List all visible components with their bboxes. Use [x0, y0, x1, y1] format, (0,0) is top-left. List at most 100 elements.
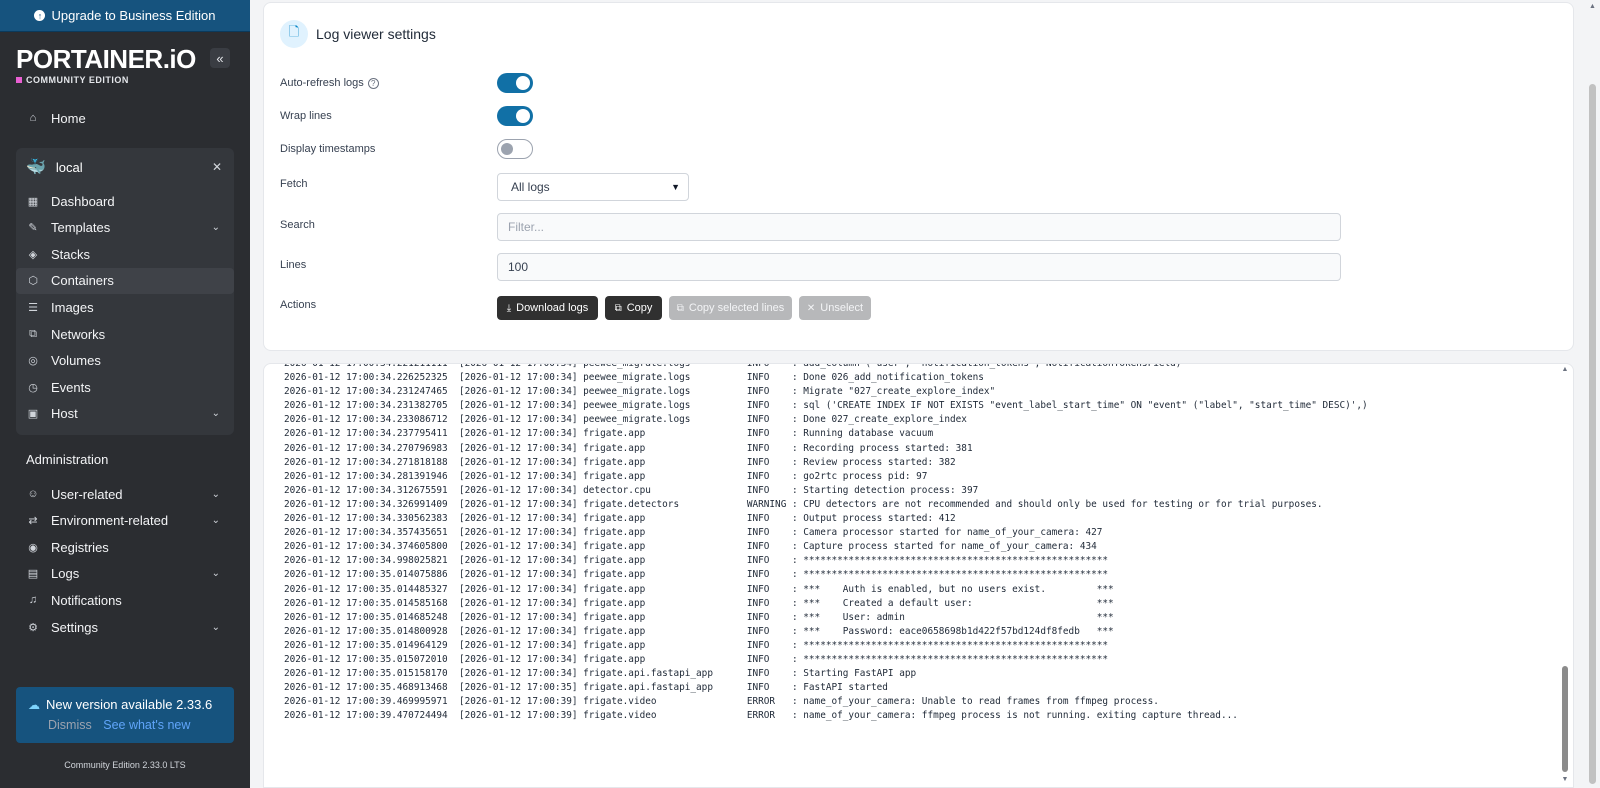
- sidebar-item-templates[interactable]: ✎ Templates ⌄: [16, 215, 234, 241]
- scroll-thumb[interactable]: [1562, 666, 1568, 772]
- log-line[interactable]: 2026-01-12 17:00:34.312675591 [2026-01-1…: [284, 484, 1553, 498]
- search-input[interactable]: Filter...: [497, 213, 1341, 241]
- sidebar-item-notifications[interactable]: ♫ Notifications: [16, 587, 234, 613]
- copy-selected-label: Copy selected lines: [688, 302, 785, 314]
- sidebar-item-label: User-related: [51, 486, 123, 502]
- scroll-up-icon[interactable]: ▲: [1589, 3, 1596, 10]
- scroll-up-icon[interactable]: ▲: [1561, 366, 1569, 374]
- chevron-down-icon: ▼: [671, 182, 680, 192]
- chevron-down-icon[interactable]: ⌄: [212, 222, 220, 233]
- copy-icon: ⧉: [676, 302, 684, 314]
- chevron-down-icon[interactable]: ⌄: [212, 568, 220, 579]
- sidebar-item-events[interactable]: ◷ Events: [16, 374, 234, 400]
- sidebar-item-user-related[interactable]: ☺ User-related ⌄: [16, 481, 234, 507]
- sidebar-item-settings[interactable]: ⚙ Settings ⌄: [16, 614, 234, 640]
- log-scrollbar[interactable]: ▲ ▼: [1561, 364, 1569, 787]
- sidebar-item-label: Host: [51, 406, 78, 422]
- sidebar-item-label: Settings: [51, 619, 98, 635]
- scroll-down-icon[interactable]: ▼: [1561, 776, 1569, 784]
- double-chevron-left-icon: «: [216, 50, 224, 66]
- sidebar-item-host[interactable]: ▣ Host ⌄: [16, 401, 234, 427]
- portainer-logo[interactable]: PORTAINER.iO COMMUNITY EDITION: [16, 44, 196, 85]
- download-logs-label: Download logs: [516, 302, 589, 314]
- chevron-down-icon[interactable]: ⌄: [212, 489, 220, 500]
- toggle-knob: [516, 76, 530, 90]
- sidebar-item-logs[interactable]: ▤ Logs ⌄: [16, 561, 234, 587]
- sidebar-item-label: Templates: [51, 220, 111, 236]
- log-line[interactable]: 2026-01-12 17:00:34.330562383 [2026-01-1…: [284, 512, 1553, 526]
- chevron-down-icon[interactable]: ⌄: [212, 408, 220, 419]
- docker-icon: 🐳: [26, 159, 46, 176]
- auto-refresh-label: Auto-refresh logs?: [280, 77, 379, 89]
- dismiss-link[interactable]: Dismiss: [48, 718, 92, 732]
- sidebar-item-dashboard[interactable]: ▦ Dashboard: [16, 188, 234, 214]
- log-line[interactable]: 2026-01-12 17:00:35.015158170 [2026-01-1…: [284, 667, 1553, 681]
- download-logs-button[interactable]: ⤓ Download logs: [497, 296, 598, 320]
- log-line[interactable]: 2026-01-12 17:00:34.281391946 [2026-01-1…: [284, 470, 1553, 484]
- log-line[interactable]: 2026-01-12 17:00:35.015072010 [2026-01-1…: [284, 653, 1553, 667]
- log-line[interactable]: 2026-01-12 17:00:34.326991409 [2026-01-1…: [284, 498, 1553, 512]
- log-line[interactable]: 2026-01-12 17:00:34.233086712 [2026-01-1…: [284, 413, 1553, 427]
- upgrade-label: Upgrade to Business Edition: [51, 8, 216, 23]
- log-line[interactable]: 2026-01-12 17:00:34.221211111 [2026-01-1…: [284, 364, 1553, 371]
- help-icon[interactable]: ?: [367, 77, 379, 89]
- toggle-knob: [516, 109, 530, 123]
- environment-name: local: [55, 159, 83, 175]
- auto-refresh-toggle[interactable]: [497, 73, 533, 93]
- fetch-select[interactable]: All logs ▼: [497, 173, 689, 201]
- sidebar: ↑ Upgrade to Business Edition PORTAINER.…: [0, 0, 250, 788]
- version-footer: Community Edition 2.33.0 LTS: [64, 760, 186, 770]
- cloud-download-icon: ☁: [28, 697, 40, 712]
- log-line[interactable]: 2026-01-12 17:00:35.014800928 [2026-01-1…: [284, 625, 1553, 639]
- chevron-down-icon[interactable]: ⌄: [212, 622, 220, 633]
- log-line[interactable]: 2026-01-12 17:00:35.014585168 [2026-01-1…: [284, 597, 1553, 611]
- host-icon: ▣: [27, 408, 39, 421]
- log-line[interactable]: 2026-01-12 17:00:35.468913468 [2026-01-1…: [284, 681, 1553, 695]
- log-line[interactable]: 2026-01-12 17:00:34.231382705 [2026-01-1…: [284, 399, 1553, 413]
- sidebar-item-label: Volumes: [51, 353, 101, 369]
- sidebar-item-registries[interactable]: ◉ Registries: [16, 534, 234, 560]
- log-output-panel[interactable]: 2026-01-12 17:00:34.221211111 [2026-01-1…: [263, 363, 1574, 788]
- collapse-sidebar-button[interactable]: «: [210, 48, 230, 68]
- edition-square-icon: [16, 77, 22, 83]
- sidebar-item-home[interactable]: ⌂ Home: [16, 105, 234, 131]
- log-line[interactable]: 2026-01-12 17:00:34.374605800 [2026-01-1…: [284, 540, 1553, 554]
- sidebar-item-containers[interactable]: ⬡ Containers: [16, 267, 234, 294]
- log-line[interactable]: 2026-01-12 17:00:34.270796983 [2026-01-1…: [284, 442, 1553, 456]
- log-line[interactable]: 2026-01-12 17:00:39.470724494 [2026-01-1…: [284, 709, 1553, 723]
- log-line[interactable]: 2026-01-12 17:00:34.237795411 [2026-01-1…: [284, 427, 1553, 441]
- unselect-button[interactable]: ✕ Unselect: [799, 296, 871, 320]
- sidebar-item-label: Events: [51, 379, 91, 395]
- sidebar-item-environment-related[interactable]: ⇄ Environment-related ⌄: [16, 508, 234, 534]
- log-line[interactable]: 2026-01-12 17:00:35.014075886 [2026-01-1…: [284, 568, 1553, 582]
- log-line[interactable]: 2026-01-12 17:00:34.357435651 [2026-01-1…: [284, 526, 1553, 540]
- lines-input[interactable]: 100: [497, 253, 1341, 281]
- wrap-lines-toggle[interactable]: [497, 106, 533, 126]
- log-line[interactable]: 2026-01-12 17:00:34.226252325 [2026-01-1…: [284, 371, 1553, 385]
- display-timestamps-toggle[interactable]: [497, 139, 533, 159]
- see-whats-new-link[interactable]: See what's new: [103, 718, 190, 732]
- sidebar-item-images[interactable]: ☰ Images: [16, 294, 234, 320]
- file-icon: 🗋: [280, 20, 308, 48]
- log-line[interactable]: 2026-01-12 17:00:34.271818188 [2026-01-1…: [284, 456, 1553, 470]
- upgrade-button[interactable]: ↑ Upgrade to Business Edition: [0, 0, 250, 32]
- copy-button[interactable]: ⧉ Copy: [605, 296, 662, 320]
- log-line[interactable]: 2026-01-12 17:00:39.469995971 [2026-01-1…: [284, 695, 1553, 709]
- bell-icon: ♫: [28, 594, 38, 607]
- log-line[interactable]: 2026-01-12 17:00:34.231247465 [2026-01-1…: [284, 385, 1553, 399]
- sidebar-item-volumes[interactable]: ◎ Volumes: [16, 348, 234, 374]
- log-line[interactable]: 2026-01-12 17:00:35.014964129 [2026-01-1…: [284, 639, 1553, 653]
- sidebar-item-label: Containers: [51, 273, 114, 289]
- page-scroll-thumb[interactable]: [1589, 84, 1596, 784]
- environment-header[interactable]: 🐳 local ✕: [16, 154, 234, 180]
- sidebar-item-stacks[interactable]: ◈ Stacks: [16, 241, 234, 267]
- log-line[interactable]: 2026-01-12 17:00:35.014685248 [2026-01-1…: [284, 611, 1553, 625]
- environment-icon: ⇄: [28, 515, 38, 528]
- chevron-down-icon[interactable]: ⌄: [212, 515, 220, 526]
- copy-selected-lines-button[interactable]: ⧉ Copy selected lines: [669, 296, 792, 320]
- log-line[interactable]: 2026-01-12 17:00:35.014485327 [2026-01-1…: [284, 583, 1553, 597]
- sidebar-item-networks[interactable]: ⧉ Networks: [16, 321, 234, 347]
- log-line[interactable]: 2026-01-12 17:00:34.998025821 [2026-01-1…: [284, 554, 1553, 568]
- page-scrollbar[interactable]: ▲: [1586, 0, 1600, 788]
- close-environment-icon[interactable]: ✕: [212, 160, 222, 174]
